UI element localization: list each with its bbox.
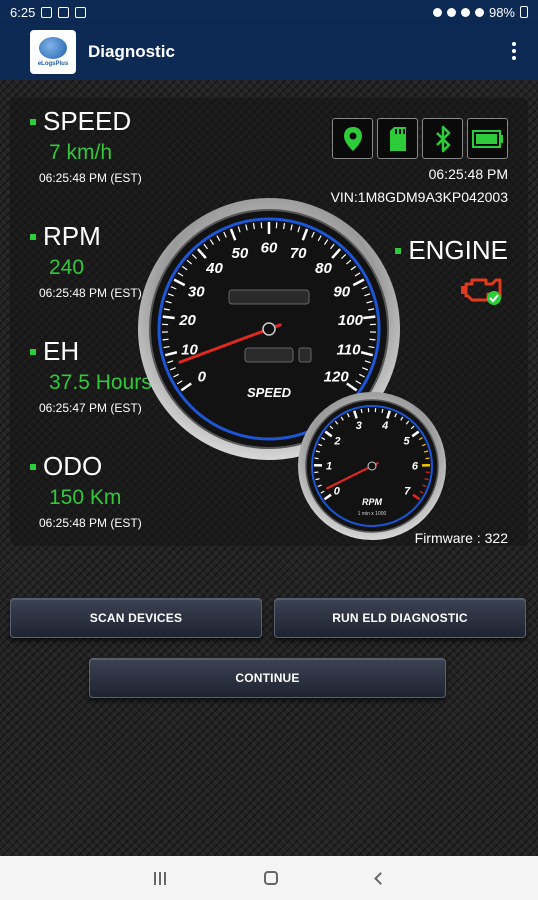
speed-label: SPEED (43, 106, 132, 136)
rpm-value: 240 (49, 256, 85, 279)
tachometer-minor-tick (381, 408, 384, 414)
speedometer-tick-label: 80 (315, 260, 332, 277)
tachometer-tick-label: 5 (404, 435, 411, 447)
tachometer-tick-label: 2 (333, 435, 340, 447)
speedometer-tick-label: 50 (231, 245, 248, 262)
tachometer-label: RPM (362, 497, 383, 507)
speed-value: 7 km/h (49, 141, 113, 164)
tachometer-minor-tick (425, 457, 430, 460)
speedometer-display-bottom (244, 347, 294, 363)
tachometer-minor-tick (314, 457, 319, 460)
tachometer-tick-label: 1 (326, 460, 332, 472)
status-bullet (30, 118, 36, 125)
engine-label: ENGINE (408, 235, 508, 265)
speed-param: SPEED 7 km/h 06:25:48 PM (EST) (30, 106, 142, 185)
notification-icon (41, 6, 53, 18)
tachometer-tick-label: 0 (334, 486, 341, 498)
location-status-icon (446, 7, 456, 17)
overflow-menu-icon[interactable] (512, 42, 516, 60)
speedometer-tick-label: 120 (324, 368, 350, 385)
odo-value: 150 Km (49, 486, 122, 509)
speedometer-display-small (298, 347, 312, 363)
speedometer-major-tick (363, 315, 376, 320)
tachometer-gauge: 0 1 2 3 4 5 6 7 RPM 1 min x 1000 (298, 392, 446, 540)
tachometer-tick-label: 4 (381, 420, 388, 432)
system-nav-bar (0, 856, 538, 900)
speedometer-tick-label: 60 (261, 239, 278, 256)
battery-percent: 98% (488, 4, 515, 20)
speedometer-label: SPEED (247, 385, 292, 400)
rpm-param: RPM 240 06:25:48 PM (EST) (30, 221, 142, 300)
status-time: 6:25 (10, 4, 36, 20)
tachometer-tick-label: 6 (412, 460, 419, 472)
tachometer-tick-label: 3 (356, 420, 362, 432)
logo-text: eLogsPlus (37, 61, 69, 67)
app-bar: eLogsPlus Diagnostic (0, 24, 538, 80)
tachometer-sublabel: 1 min x 1000 (358, 511, 387, 517)
firmware-text: Firmware : 322 (414, 530, 508, 546)
status-bullet (30, 348, 36, 355)
battery-status-icon (520, 6, 528, 18)
eh-label: EH (43, 336, 80, 366)
tachometer-tick-label: 7 (404, 486, 411, 498)
speedometer-minor-tick (369, 338, 376, 341)
page-title: Diagnostic (88, 42, 175, 61)
scan-devices-button[interactable]: SCAN DEVICES (10, 598, 262, 638)
content-area: SPEED 7 km/h 06:25:48 PM (EST) RPM 240 0… (0, 80, 538, 856)
continue-button[interactable]: CONTINUE (89, 658, 446, 698)
speedometer-tick-label: 40 (205, 260, 223, 277)
speedometer-major-tick (162, 315, 175, 320)
speedometer-minor-tick (162, 338, 169, 341)
back-icon[interactable] (373, 871, 387, 885)
speedometer-tick-label: 110 (337, 341, 362, 358)
notification-icon (75, 6, 87, 18)
speedometer-hub (262, 322, 276, 336)
speedometer-tick-label: 100 (338, 312, 364, 329)
speedometer-tick-label: 20 (178, 312, 196, 329)
status-bullet (30, 463, 36, 470)
engine-status: ENGINE (395, 235, 508, 266)
tachometer-minor-tick (360, 408, 363, 414)
run-eld-diagnostic-button[interactable]: RUN ELD DIAGNOSTIC (274, 598, 526, 638)
wifi-icon (460, 7, 470, 17)
device-time: 06:25:48 PM (428, 166, 508, 182)
device-status-icons (332, 118, 508, 159)
location-icon (332, 118, 373, 159)
check-engine-icon (460, 274, 508, 311)
status-bullet (30, 233, 36, 240)
rpm-time: 06:25:48 PM (EST) (39, 286, 142, 300)
notification-icon (58, 6, 70, 18)
signal-icon (474, 7, 484, 17)
logo-icon (39, 37, 67, 59)
app-logo: eLogsPlus (30, 30, 76, 74)
speedometer-tick-label: 90 (333, 284, 350, 301)
speed-time: 06:25:48 PM (EST) (39, 171, 142, 185)
mute-icon (432, 7, 442, 17)
status-bar: 6:25 98% (0, 0, 538, 24)
bluetooth-icon (422, 118, 463, 159)
diagnostic-panel: SPEED 7 km/h 06:25:48 PM (EST) RPM 240 0… (10, 98, 528, 546)
tachometer-hub (367, 461, 377, 471)
odo-label: ODO (43, 451, 103, 481)
eh-time: 06:25:47 PM (EST) (39, 401, 142, 415)
home-icon[interactable] (263, 871, 278, 885)
battery-icon (467, 118, 508, 159)
speedometer-tick-label: 30 (188, 284, 205, 301)
odo-time: 06:25:48 PM (EST) (39, 516, 142, 530)
rpm-label: RPM (43, 221, 101, 251)
speedometer-tick-label: 70 (290, 245, 307, 262)
eh-param: EH 37.5 Hours 06:25:47 PM (EST) (30, 336, 152, 415)
speedometer-tick-label: 0 (198, 368, 207, 385)
recents-icon[interactable] (153, 871, 166, 885)
odo-param: ODO 150 Km 06:25:48 PM (EST) (30, 451, 142, 530)
sd-card-icon (377, 118, 418, 159)
speedometer-display-top (228, 289, 310, 305)
